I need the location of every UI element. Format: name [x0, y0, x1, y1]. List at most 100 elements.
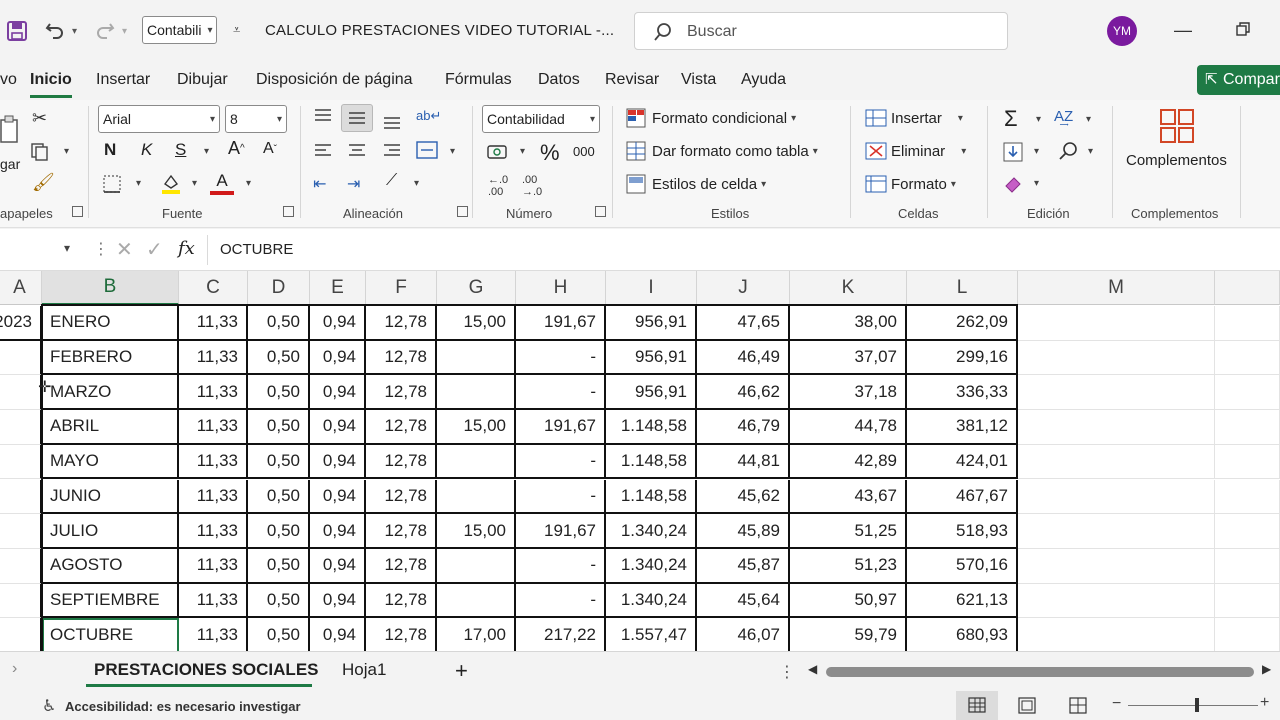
- insert-cells-button[interactable]: Insertar ▾: [891, 110, 963, 127]
- cell-b-row-1[interactable]: ENERO: [42, 306, 179, 341]
- cut-icon[interactable]: ✂: [32, 108, 47, 129]
- paste-icon[interactable]: [0, 114, 18, 144]
- customize-toolbar-icon[interactable]: ⩡: [233, 22, 240, 38]
- font-launcher-icon[interactable]: [283, 206, 294, 217]
- cell-b-row-5[interactable]: MAYO: [42, 444, 179, 480]
- cell-i-row-1[interactable]: 956,91: [606, 306, 697, 341]
- formula-input[interactable]: OCTUBRE: [220, 241, 293, 258]
- tab-inicio[interactable]: Inicio: [30, 71, 72, 89]
- column-header-j[interactable]: J: [697, 271, 790, 305]
- cell-g-row-10[interactable]: 17,00: [437, 618, 516, 651]
- avatar[interactable]: YM: [1107, 16, 1137, 46]
- cell-e-row-8[interactable]: 0,94: [310, 548, 366, 584]
- cell-j-row-1[interactable]: 47,65: [697, 306, 790, 341]
- tab-insertar[interactable]: Insertar: [96, 71, 150, 89]
- restore-icon[interactable]: [1236, 22, 1250, 36]
- cell-g-row-8[interactable]: [437, 548, 516, 584]
- empty-cell[interactable]: [1215, 514, 1280, 549]
- sort-filter-dropdown-icon[interactable]: ▾: [1086, 114, 1091, 125]
- cell-l-row-3[interactable]: 336,33: [907, 375, 1018, 411]
- empty-cell[interactable]: [1215, 583, 1280, 619]
- cell-a-row-10[interactable]: [0, 618, 42, 651]
- more-sheets-icon[interactable]: ⋮: [779, 662, 795, 682]
- underline-button[interactable]: S: [175, 140, 186, 160]
- column-header-l[interactable]: L: [907, 271, 1018, 305]
- cell-c-row-8[interactable]: 11,33: [179, 548, 248, 584]
- paste-label[interactable]: gar: [0, 156, 20, 172]
- cell-g-row-7[interactable]: 15,00: [437, 514, 516, 549]
- empty-cell[interactable]: [1215, 410, 1280, 445]
- increase-decimal-icon[interactable]: ←.0.00: [488, 174, 508, 198]
- font-color-dropdown-icon[interactable]: ▾: [246, 178, 251, 189]
- find-select-dropdown-icon[interactable]: ▾: [1088, 146, 1093, 157]
- accounting-format-icon[interactable]: [486, 142, 510, 162]
- empty-cell[interactable]: [1018, 375, 1215, 411]
- cell-b-row-6[interactable]: JUNIO: [42, 479, 179, 515]
- clear-icon[interactable]: [1003, 174, 1023, 194]
- cell-c-row-7[interactable]: 11,33: [179, 514, 248, 549]
- cell-j-row-7[interactable]: 45,89: [697, 514, 790, 549]
- cell-styles-button[interactable]: Estilos de celda ▾: [652, 176, 766, 193]
- column-header-f[interactable]: F: [366, 271, 437, 305]
- empty-cell[interactable]: [1018, 548, 1215, 584]
- cell-f-row-10[interactable]: 12,78: [366, 618, 437, 651]
- scroll-right-icon[interactable]: ▶: [1262, 662, 1271, 676]
- cell-f-row-2[interactable]: 12,78: [366, 340, 437, 376]
- cell-l-row-2[interactable]: 299,16: [907, 340, 1018, 376]
- cell-h-row-3[interactable]: -: [516, 375, 606, 411]
- cell-l-row-10[interactable]: 680,93: [907, 618, 1018, 651]
- cell-d-row-7[interactable]: 0,50: [248, 514, 310, 549]
- cell-e-row-10[interactable]: 0,94: [310, 618, 366, 651]
- horizontal-scrollbar[interactable]: [826, 667, 1254, 677]
- redo-dropdown-icon[interactable]: ▾: [122, 26, 127, 37]
- cell-j-row-3[interactable]: 46,62: [697, 375, 790, 411]
- cell-e-row-9[interactable]: 0,94: [310, 583, 366, 619]
- format-cells-button[interactable]: Formato ▾: [891, 176, 956, 193]
- empty-cell[interactable]: [1215, 340, 1280, 376]
- cell-c-row-6[interactable]: 11,33: [179, 479, 248, 515]
- empty-cell[interactable]: [1215, 479, 1280, 515]
- normal-view-button[interactable]: [956, 691, 998, 720]
- column-header-i[interactable]: I: [606, 271, 697, 305]
- addins-icon[interactable]: [1159, 108, 1195, 144]
- number-format-select[interactable]: Contabilidad ▾: [482, 105, 600, 133]
- cell-c-row-10[interactable]: 11,33: [179, 618, 248, 651]
- cell-f-row-5[interactable]: 12,78: [366, 444, 437, 480]
- cell-b-row-3[interactable]: MARZO: [42, 375, 179, 411]
- save-icon[interactable]: [4, 18, 30, 44]
- column-header-m[interactable]: M: [1018, 271, 1215, 305]
- tab-archivo[interactable]: vo: [0, 71, 17, 89]
- cell-j-row-10[interactable]: 46,07: [697, 618, 790, 651]
- cell-l-row-9[interactable]: 621,13: [907, 583, 1018, 619]
- cell-h-row-1[interactable]: 191,67: [516, 306, 606, 341]
- accessibility-icon[interactable]: ♿: [42, 696, 56, 716]
- cell-l-row-8[interactable]: 570,16: [907, 548, 1018, 584]
- bold-button[interactable]: N: [104, 140, 116, 160]
- font-size-select[interactable]: 8 ▾: [225, 105, 287, 133]
- tab-revisar[interactable]: Revisar: [605, 71, 659, 89]
- cell-g-row-9[interactable]: [437, 583, 516, 619]
- format-as-table-button[interactable]: Dar formato como tabla ▾: [652, 143, 818, 160]
- cell-a-row-4[interactable]: [0, 410, 42, 445]
- cell-f-row-9[interactable]: 12,78: [366, 583, 437, 619]
- cell-j-row-5[interactable]: 44,81: [697, 444, 790, 480]
- add-sheet-button[interactable]: +: [455, 658, 468, 684]
- cell-c-row-5[interactable]: 11,33: [179, 444, 248, 480]
- cell-e-row-2[interactable]: 0,94: [310, 340, 366, 376]
- decrease-decimal-icon[interactable]: .00 →.0: [522, 174, 542, 198]
- increase-font-icon[interactable]: A ^: [228, 138, 245, 159]
- find-select-icon[interactable]: [1058, 141, 1078, 161]
- cell-i-row-5[interactable]: 1.148,58: [606, 444, 697, 480]
- empty-cell[interactable]: [1215, 444, 1280, 480]
- zoom-out-button[interactable]: −: [1112, 695, 1121, 713]
- cell-i-row-3[interactable]: 956,91: [606, 375, 697, 411]
- clear-dropdown-icon[interactable]: ▾: [1034, 178, 1039, 189]
- cell-h-row-8[interactable]: -: [516, 548, 606, 584]
- align-top-icon[interactable]: [313, 108, 333, 126]
- align-center-icon[interactable]: [347, 142, 367, 160]
- empty-cell[interactable]: [1018, 444, 1215, 480]
- column-header-k[interactable]: K: [790, 271, 907, 305]
- increase-indent-icon[interactable]: ⇥: [347, 174, 360, 194]
- cell-a-row-2[interactable]: [0, 340, 42, 376]
- merge-dropdown-icon[interactable]: ▾: [450, 146, 455, 157]
